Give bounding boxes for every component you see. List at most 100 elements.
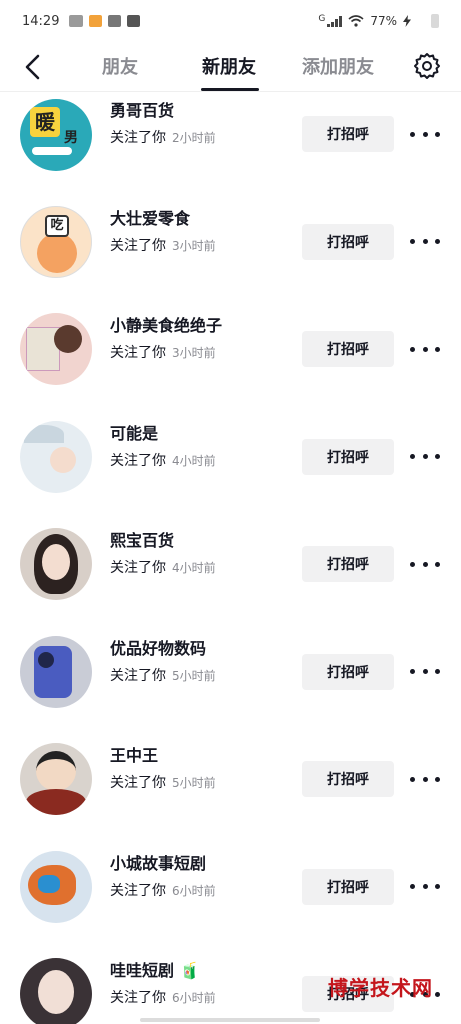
- dot-icon: [422, 131, 428, 137]
- status-time: 14:29: [22, 13, 60, 29]
- dot-icon: [410, 776, 415, 782]
- follow-text: 关注了你: [110, 452, 166, 469]
- avatar-camera: [38, 651, 54, 668]
- more-options-button[interactable]: [410, 124, 440, 144]
- greet-button[interactable]: 打招呼: [302, 546, 394, 582]
- home-indicator[interactable]: [140, 1018, 320, 1022]
- settings-button[interactable]: [413, 52, 441, 80]
- follow-status: 关注了你 5小时前: [110, 772, 216, 792]
- status-right: G 77%: [318, 14, 439, 28]
- follow-status: 关注了你 4小时前: [110, 450, 216, 470]
- follower-name[interactable]: 可能是: [110, 420, 158, 444]
- dot-icon: [410, 239, 415, 244]
- wifi-icon: [348, 15, 364, 27]
- follow-status: 关注了你 3小时前: [110, 342, 216, 362]
- dot-icon: [435, 991, 440, 997]
- more-options-button[interactable]: [410, 339, 440, 359]
- greet-button[interactable]: 打招呼: [302, 116, 394, 152]
- follow-time: 2小时前: [172, 131, 216, 145]
- dot-icon: [422, 239, 428, 244]
- status-left: 14:29: [22, 13, 141, 29]
- follower-name[interactable]: 勇哥百货: [110, 97, 174, 121]
- list-item[interactable]: 小城故事短剧 关注了你 6小时前 打招呼: [0, 846, 461, 954]
- list-item[interactable]: 优品好物数码 关注了你 5小时前 打招呼: [0, 631, 461, 739]
- new-followers-list: 暖 男 勇哥百货 关注了你 2小时前 打招呼 吃 大壮爱零食 关注了你 3小时前 打…: [0, 93, 461, 1024]
- dot-icon: [410, 669, 415, 674]
- dot-icon: [422, 454, 428, 459]
- follow-status: 关注了你 2小时前: [110, 127, 216, 147]
- follower-name[interactable]: 小城故事短剧: [110, 850, 206, 874]
- greet-button[interactable]: 打招呼: [302, 331, 394, 367]
- dot-icon: [435, 884, 440, 889]
- more-options-button[interactable]: [410, 662, 440, 682]
- follower-name[interactable]: 小静美食绝绝子: [110, 312, 222, 336]
- avatar[interactable]: [20, 958, 92, 1024]
- tab-add-friends[interactable]: 添加朋友: [302, 53, 374, 79]
- follow-text: 关注了你: [110, 130, 166, 146]
- follow-time: 4小时前: [172, 561, 216, 575]
- more-options-button[interactable]: [410, 554, 440, 574]
- greet-button[interactable]: 打招呼: [302, 868, 394, 905]
- avatar[interactable]: [20, 313, 92, 385]
- avatar[interactable]: [20, 528, 92, 600]
- dot-icon: [410, 131, 415, 137]
- active-tab-indicator: [201, 88, 259, 91]
- avatar[interactable]: [20, 743, 92, 815]
- list-item[interactable]: 吃 大壮爱零食 关注了你 3小时前 打招呼: [0, 201, 461, 309]
- dot-icon: [422, 884, 428, 889]
- follow-text: 关注了你: [110, 667, 166, 684]
- avatar[interactable]: [20, 850, 92, 923]
- list-item[interactable]: 小静美食绝绝子 关注了你 3小时前 打招呼: [0, 308, 461, 416]
- dot-icon: [435, 346, 440, 352]
- battery-level: 77%: [370, 14, 397, 28]
- more-options-button[interactable]: [410, 447, 440, 467]
- dot-icon: [435, 131, 440, 137]
- watermark: 博学技术网: [328, 976, 433, 1000]
- follow-text: 关注了你: [110, 237, 166, 254]
- network-type: G: [318, 14, 326, 24]
- avatar[interactable]: 暖 男: [20, 99, 92, 171]
- list-item[interactable]: 王中王 关注了你 5小时前 打招呼: [0, 738, 461, 846]
- avatar[interactable]: 吃: [20, 205, 92, 278]
- follower-name[interactable]: 王中王: [110, 742, 158, 766]
- follower-name[interactable]: 哇哇短剧 🧃: [110, 957, 200, 981]
- greet-button[interactable]: 打招呼: [302, 653, 394, 690]
- avatar-figure: [37, 232, 77, 273]
- follow-text: 关注了你: [110, 775, 166, 791]
- avatar-text-2: 男: [64, 130, 78, 146]
- more-options-button[interactable]: [410, 232, 440, 252]
- follow-text: 关注了你: [110, 345, 166, 361]
- dot-icon: [422, 776, 428, 782]
- follow-status: 关注了你 5小时前: [110, 665, 216, 685]
- list-item[interactable]: 熙宝百货 关注了你 4小时前 打招呼: [0, 523, 461, 631]
- follow-text: 关注了你: [110, 990, 166, 1006]
- tab-new-friends[interactable]: 新朋友: [202, 53, 256, 79]
- greet-button[interactable]: 打招呼: [302, 438, 394, 475]
- taobao-icon: [127, 15, 141, 27]
- greet-button[interactable]: 打招呼: [302, 223, 394, 260]
- follower-name[interactable]: 大壮爱零食: [110, 205, 190, 229]
- follow-time: 5小时前: [172, 776, 216, 790]
- avatar[interactable]: [20, 420, 92, 493]
- follow-status: 关注了你 4小时前: [110, 557, 216, 577]
- tab-bar: 朋友 新朋友 添加朋友: [0, 42, 461, 92]
- avatar[interactable]: [20, 635, 92, 708]
- dot-icon: [422, 346, 428, 352]
- follow-time: 3小时前: [172, 346, 216, 360]
- avatar-figure: [54, 325, 82, 353]
- follow-time: 4小时前: [172, 453, 216, 468]
- follower-name[interactable]: 熙宝百货: [110, 527, 174, 551]
- notification-icon: [69, 15, 84, 27]
- gear-icon: [414, 53, 440, 79]
- tab-friends[interactable]: 朋友: [102, 53, 138, 79]
- list-item[interactable]: 可能是 关注了你 4小时前 打招呼: [0, 416, 461, 524]
- juice-icon: 🧃: [179, 961, 200, 980]
- follow-time: 3小时前: [172, 238, 216, 253]
- follower-name[interactable]: 优品好物数码: [110, 635, 206, 659]
- greet-button[interactable]: 打招呼: [302, 761, 394, 797]
- more-options-button[interactable]: [410, 769, 440, 789]
- more-options-button[interactable]: [410, 877, 440, 897]
- avatar-text: 暖: [30, 107, 60, 137]
- list-item[interactable]: 暖 男 勇哥百货 关注了你 2小时前 打招呼: [0, 93, 461, 201]
- dot-icon: [435, 776, 440, 782]
